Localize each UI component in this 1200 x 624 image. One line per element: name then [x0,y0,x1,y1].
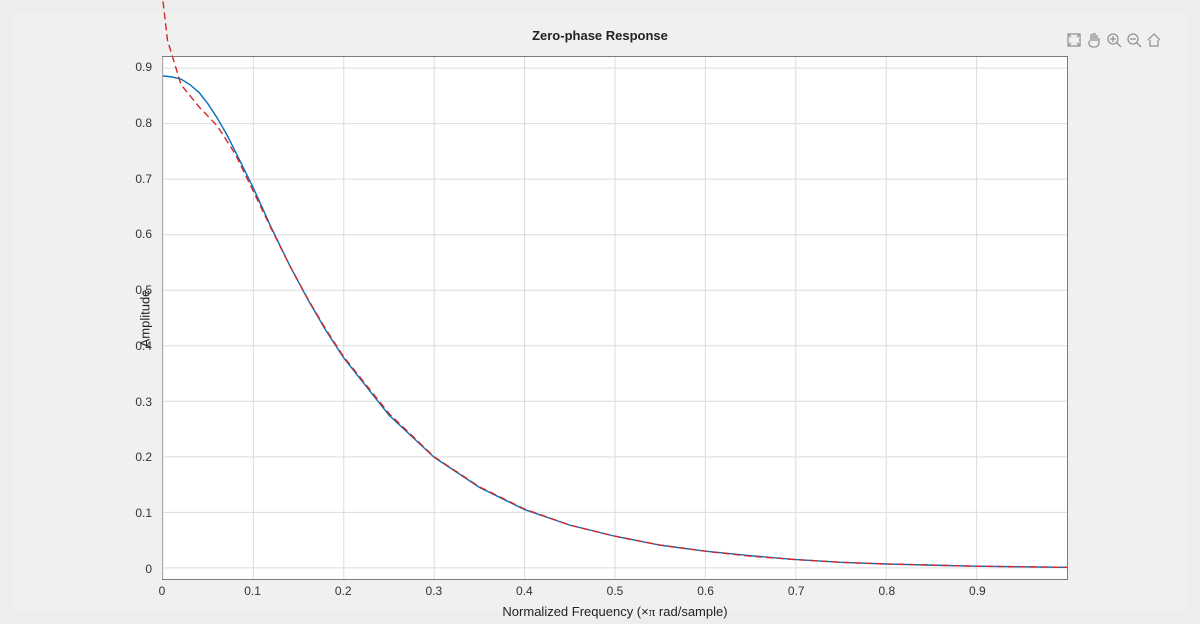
x-tick-label: 0.2 [335,584,352,598]
x-tick-label: 0.3 [425,584,442,598]
y-tick-label: 0 [145,562,152,576]
x-tick-label: 0.9 [969,584,986,598]
y-tick-label: 0.5 [135,283,152,297]
chart-title: Zero-phase Response [12,28,1188,43]
xlabel-times: × [641,604,649,619]
xlabel-suffix: rad/sample) [655,604,727,619]
zoom-out-icon[interactable] [1126,32,1142,48]
y-tick-label: 0.2 [135,450,152,464]
y-tick-label: 0.8 [135,116,152,130]
y-tick-label: 0.1 [135,506,152,520]
zoom-in-icon[interactable] [1106,32,1122,48]
y-tick-label: 0.9 [135,60,152,74]
expand-icon[interactable] [1066,32,1082,48]
x-tick-label: 0.8 [878,584,895,598]
y-tick-label: 0.7 [135,172,152,186]
y-tick-label: 0.4 [135,339,152,353]
chart-plot-svg [163,57,1067,579]
figure-window: Zero-phase Response Amplitude Normalized… [12,12,1188,612]
x-tick-label: 0.6 [697,584,714,598]
y-axis-label: Amplitude [116,56,174,580]
xlabel-prefix: Normalized Frequency ( [502,604,641,619]
x-tick-label: 0.1 [244,584,261,598]
chart-axes[interactable] [162,56,1068,580]
x-tick-label: 0 [159,584,166,598]
y-tick-label: 0.3 [135,395,152,409]
x-tick-label: 0.5 [607,584,624,598]
x-axis-label: Normalized Frequency (×π rad/sample) [162,604,1068,620]
figure-toolbar [1066,32,1162,48]
x-tick-label: 0.7 [788,584,805,598]
home-icon[interactable] [1146,32,1162,48]
y-tick-label: 0.6 [135,227,152,241]
pan-icon[interactable] [1086,32,1102,48]
x-tick-label: 0.4 [516,584,533,598]
